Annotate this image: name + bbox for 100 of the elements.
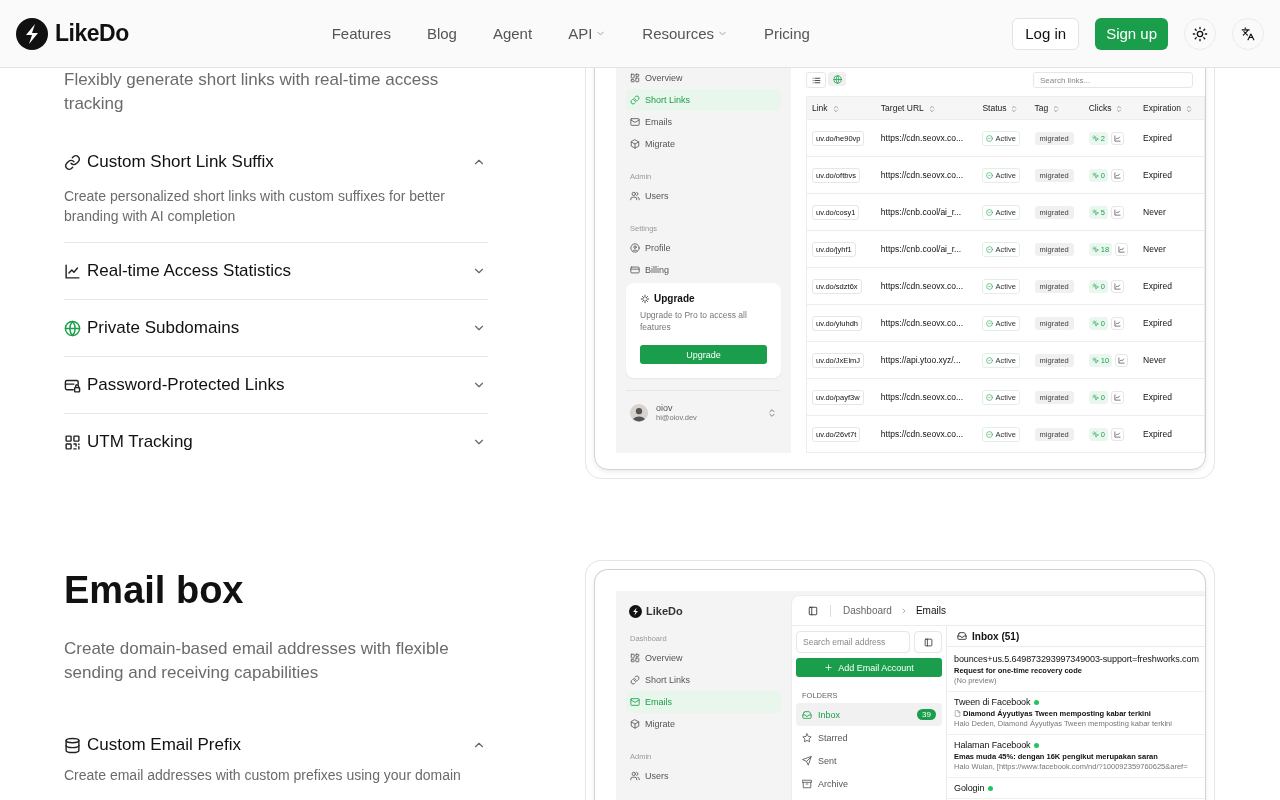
sort-icon <box>831 104 840 113</box>
folder-item[interactable]: Starred <box>796 726 942 749</box>
sidebar-item[interactable]: Short Links <box>626 669 781 691</box>
folder-item[interactable]: Archive <box>796 772 942 795</box>
section-heading: Email box <box>64 568 245 613</box>
check-circle-icon <box>986 356 994 364</box>
sidebar-item[interactable]: Users <box>626 185 781 207</box>
login-button[interactable]: Log in <box>1012 17 1080 50</box>
sidebar-item[interactable]: Migrate <box>626 133 781 155</box>
sidebar-item[interactable]: Overview <box>626 67 781 89</box>
feature-accordion-header[interactable]: Real-time Access Statistics <box>64 259 488 283</box>
sun-icon <box>1192 25 1208 42</box>
feature-accordion-header[interactable]: Custom Email Prefix <box>64 733 488 757</box>
pointer-icon <box>1091 393 1099 401</box>
database-icon <box>64 736 81 754</box>
logo-icon[interactable] <box>16 17 48 50</box>
expiration-text: Expired <box>1143 170 1172 180</box>
column-header[interactable]: Target URL <box>875 96 978 120</box>
feature-accordion-header[interactable]: Custom Short Link Suffix <box>64 150 488 174</box>
box-icon <box>630 139 640 149</box>
panel-button[interactable] <box>914 631 942 653</box>
folder-item[interactable]: Sent <box>796 749 942 772</box>
line-chart-icon <box>1113 171 1121 179</box>
stats-button[interactable] <box>1110 131 1124 145</box>
breadcrumb-link[interactable]: Emails <box>915 605 946 616</box>
expiration-text: Expired <box>1143 281 1172 291</box>
search-field[interactable]: Search links... <box>1033 72 1193 88</box>
nav-link[interactable]: API <box>568 25 607 42</box>
unread-dot <box>1034 699 1040 705</box>
line-chart-icon <box>1113 393 1121 401</box>
pointer-icon <box>1091 430 1099 438</box>
nav-link[interactable]: Pricing <box>764 25 810 42</box>
stats-button[interactable] <box>1115 242 1129 256</box>
sidebar-toggle-icon[interactable] <box>808 605 818 616</box>
column-header[interactable]: Status <box>977 96 1030 120</box>
globe-icon <box>64 319 81 337</box>
sidebar-item[interactable]: Profile <box>626 237 781 259</box>
sort-icon <box>1010 104 1019 113</box>
line-chart-icon <box>1113 319 1121 327</box>
stats-button[interactable] <box>1110 279 1124 293</box>
sidebar-item[interactable]: Migrate <box>626 713 781 735</box>
qr-code-icon <box>64 433 81 451</box>
column-header[interactable]: Tag <box>1029 96 1084 120</box>
feature-accordion-header[interactable]: UTM Tracking <box>64 430 488 454</box>
link-icon <box>630 675 640 685</box>
stats-button[interactable] <box>1110 427 1124 441</box>
upgrade-title: Upgrade <box>654 293 695 304</box>
feature-accordion-header[interactable]: Private Subdomains <box>64 316 488 340</box>
sidebar-item[interactable]: Emails <box>626 111 781 133</box>
sidebar-item[interactable]: Users <box>626 765 781 787</box>
send-icon <box>802 755 812 766</box>
line-chart-icon <box>1113 282 1121 290</box>
feature-title: Real-time Access Statistics <box>87 261 292 281</box>
stats-button[interactable] <box>1110 390 1124 404</box>
theme-toggle-button[interactable] <box>1184 17 1216 50</box>
email-list-item[interactable]: Gologin <box>947 778 1205 799</box>
grid-view-button[interactable] <box>828 72 846 86</box>
feature-accordion-header[interactable]: Password-Protected Links <box>64 373 488 397</box>
chevrons-icon[interactable] <box>767 407 777 418</box>
sidebar-item[interactable]: Overview <box>626 647 781 669</box>
stats-button[interactable] <box>1115 353 1129 367</box>
sidebar-item[interactable]: Billing <box>626 259 781 281</box>
email-sender[interactable]: Gologin <box>954 783 985 793</box>
column-header[interactable]: Expiration <box>1138 96 1205 120</box>
inbox-icon <box>957 631 967 641</box>
column-header[interactable]: Link <box>806 96 876 120</box>
breadcrumb-link[interactable]: Dashboard <box>843 605 892 616</box>
nav-link[interactable]: Blog <box>426 25 457 42</box>
mail-icon <box>630 117 640 127</box>
check-circle-icon <box>986 134 994 142</box>
stats-button[interactable] <box>1110 205 1124 219</box>
target-url: https://cdn.seovx.co... <box>880 429 964 439</box>
grid-icon <box>630 653 640 663</box>
nav-link[interactable]: Resources <box>642 25 728 42</box>
link-icon <box>630 95 640 105</box>
feature-title: UTM Tracking <box>87 432 193 452</box>
email-sender[interactable]: bounces+us.5.649873293997349003-support=freshworks.com <box>954 654 1199 664</box>
line-chart-icon <box>1113 134 1121 142</box>
feature-description: Create personalized short links with custom suffixes for better branding with AI completion <box>64 187 447 226</box>
expiration-text: Expired <box>1143 392 1172 402</box>
globe-icon <box>832 74 842 84</box>
search-field[interactable]: Search email address <box>796 631 910 653</box>
inbox-icon <box>802 709 812 720</box>
email-sender[interactable]: Tween di Facebook <box>954 697 1031 707</box>
nav-link[interactable]: Features <box>331 25 391 42</box>
grid-icon <box>630 73 640 83</box>
pointer-icon <box>1091 356 1099 364</box>
language-button[interactable] <box>1232 17 1264 50</box>
line-chart-icon <box>1113 208 1121 216</box>
email-sender[interactable]: Halaman Facebook <box>954 740 1031 750</box>
column-header[interactable]: Clicks <box>1083 96 1139 120</box>
nav-link[interactable]: Agent <box>492 25 533 42</box>
logo-text[interactable]: LikeDo <box>55 20 129 47</box>
stats-button[interactable] <box>1110 168 1124 182</box>
line-chart-icon <box>1118 356 1126 364</box>
expiration-text: Never <box>1143 207 1166 217</box>
list-view-button[interactable] <box>806 72 826 88</box>
check-circle-icon <box>986 430 994 438</box>
expiration-text: Never <box>1143 355 1166 365</box>
stats-button[interactable] <box>1110 316 1124 330</box>
